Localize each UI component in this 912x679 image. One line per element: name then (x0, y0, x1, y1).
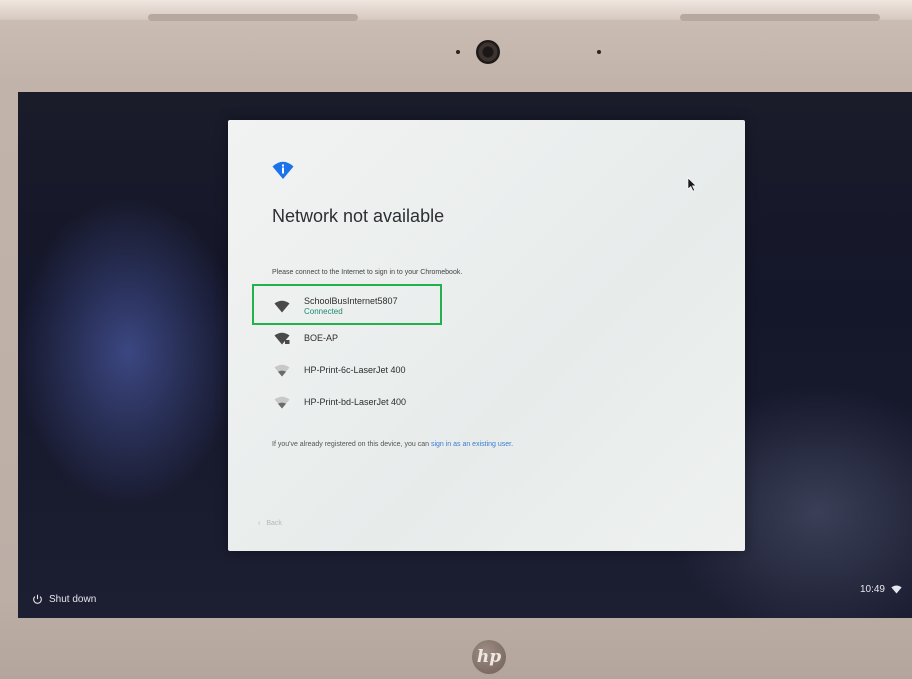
hp-logo: hp (472, 640, 506, 674)
page-subtitle: Please connect to the Internet to sign i… (272, 269, 463, 276)
back-label: Back (266, 520, 282, 527)
network-list: SchoolBusInternet5807 Connected BOE-AP H… (252, 284, 692, 418)
power-icon (33, 594, 42, 604)
wifi-lock-icon (274, 332, 290, 344)
clock: 10:49 (859, 584, 885, 595)
wifi-icon (274, 364, 290, 376)
network-name: BOE-AP (304, 333, 339, 343)
network-name: HP-Print-bd-LaserJet 400 (304, 397, 407, 407)
webcam (476, 40, 500, 64)
camera-sensor-left (456, 50, 460, 54)
camera-sensor-right (597, 50, 601, 54)
back-button[interactable]: ‹ Back (258, 520, 282, 527)
wifi-icon (274, 396, 290, 408)
network-item-hp-print-6c[interactable]: HP-Print-6c-LaserJet 400 (272, 354, 692, 386)
network-item-schoolbusinternet5807[interactable]: SchoolBusInternet5807 Connected (252, 284, 692, 325)
network-item-boe-ap[interactable]: BOE-AP (272, 322, 692, 354)
shutdown-label: Shut down (49, 594, 97, 605)
lid-bumper-right (680, 14, 880, 21)
lid-bumper-left (148, 14, 358, 21)
network-item-hp-print-bd[interactable]: HP-Print-bd-LaserJet 400 (272, 386, 692, 418)
chevron-left-icon: ‹ (258, 520, 261, 527)
register-end: . (511, 441, 514, 448)
register-notice: If you've already registered on this dev… (272, 441, 513, 448)
wifi-info-icon (272, 161, 294, 179)
status-tray[interactable]: 10:49 (860, 584, 902, 595)
highlight-box (252, 284, 442, 325)
wifi-icon (891, 585, 902, 594)
sign-in-existing-user-link[interactable]: sign in as an existing user (431, 441, 511, 448)
chromebook-screen: Network not available Please connect to … (18, 92, 912, 618)
network-name: HP-Print-6c-LaserJet 400 (304, 365, 406, 375)
network-dialog: Network not available Please connect to … (228, 120, 745, 551)
page-title: Network not available (272, 206, 445, 226)
mouse-cursor-icon (687, 177, 697, 192)
register-text: If you've already registered on this dev… (272, 441, 431, 448)
shutdown-button[interactable]: Shut down (32, 594, 96, 605)
